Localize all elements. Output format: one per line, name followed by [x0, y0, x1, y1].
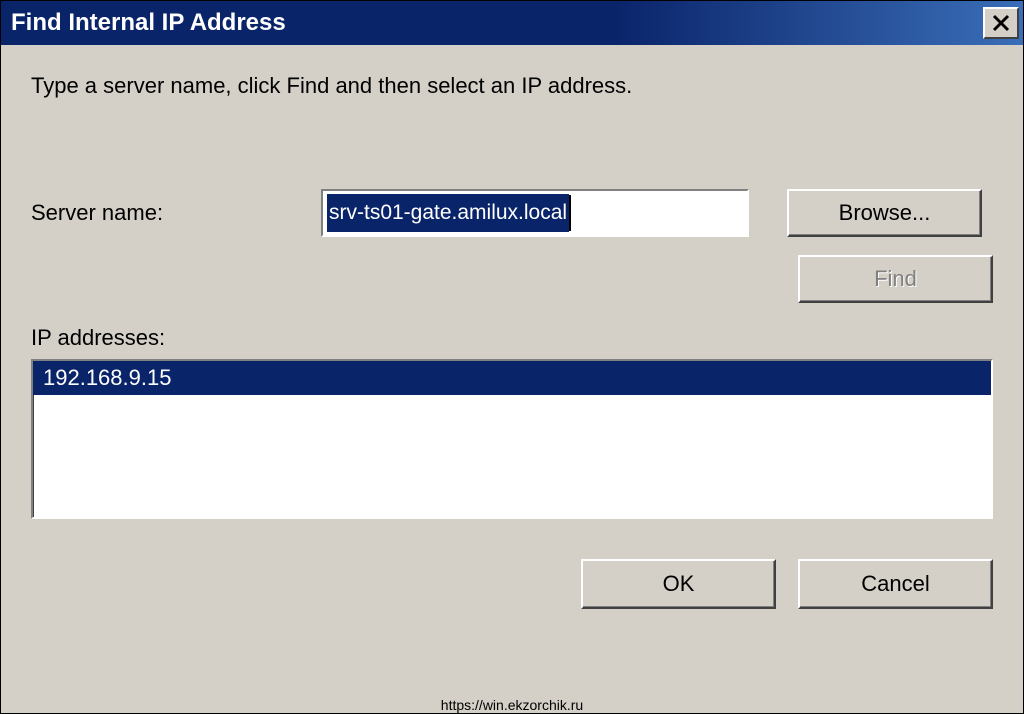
titlebar: Find Internal IP Address: [1, 1, 1023, 45]
content-area: Type a server name, click Find and then …: [1, 45, 1023, 713]
dialog-window: Find Internal IP Address Type a server n…: [0, 0, 1024, 714]
server-row: Server name: srv-ts01-gate.amilux.local …: [31, 189, 993, 237]
window-title: Find Internal IP Address: [11, 9, 286, 37]
find-row: Find: [31, 255, 993, 303]
browse-button[interactable]: Browse...: [787, 189, 982, 237]
find-button[interactable]: Find: [798, 255, 993, 303]
ip-list-item[interactable]: 192.168.9.15: [33, 361, 991, 395]
watermark-text: https://win.ekzorchik.ru: [441, 697, 583, 713]
close-icon: [991, 13, 1011, 33]
server-name-input[interactable]: srv-ts01-gate.amilux.local: [321, 189, 749, 237]
ip-addresses-label: IP addresses:: [31, 325, 993, 351]
cancel-button[interactable]: Cancel: [798, 559, 993, 609]
instruction-text: Type a server name, click Find and then …: [31, 73, 993, 99]
text-caret: [569, 195, 571, 231]
ip-address-list[interactable]: 192.168.9.15: [31, 359, 993, 519]
server-name-label: Server name:: [31, 200, 321, 226]
button-row: OK Cancel: [31, 559, 993, 609]
server-name-selected-text: srv-ts01-gate.amilux.local: [327, 194, 569, 232]
close-button[interactable]: [983, 7, 1019, 39]
ok-button[interactable]: OK: [581, 559, 776, 609]
